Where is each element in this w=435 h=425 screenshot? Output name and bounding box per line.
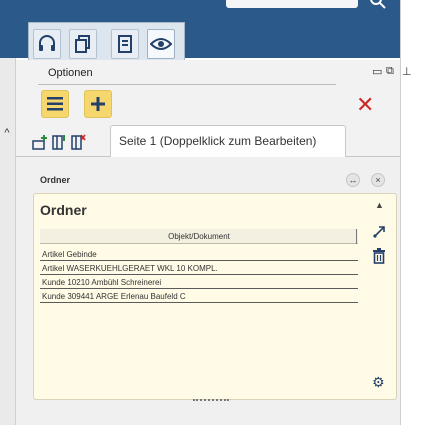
pin-icon[interactable]: ⊥: [402, 65, 412, 78]
view-tab-bar: [28, 22, 185, 62]
search-input[interactable]: [226, 0, 358, 8]
list-item[interactable]: Kunde 10210 Ambühl Schreinerei: [40, 277, 358, 289]
new-page-icon[interactable]: [32, 134, 47, 150]
right-panel-edge: [400, 0, 435, 425]
expand-horizontal-icon[interactable]: ↔: [346, 173, 360, 187]
gear-icon[interactable]: ⚙: [372, 374, 385, 391]
menu-button[interactable]: [41, 90, 69, 118]
open-link-icon[interactable]: [371, 225, 387, 241]
insert-page-icon[interactable]: [51, 134, 65, 150]
delete-page-icon[interactable]: [70, 134, 86, 150]
list-item[interactable]: Artikel WASERKUEHLGERAET WKL 10 KOMPL.: [40, 263, 358, 275]
maximize-icon[interactable]: ▭: [372, 65, 382, 78]
restore-icon[interactable]: ⧉: [386, 65, 394, 78]
tab-page-1[interactable]: Seite 1 (Doppelklick zum Bearbeiten): [110, 125, 346, 157]
add-button[interactable]: [84, 90, 112, 118]
left-gutter: [0, 58, 16, 425]
trash-icon[interactable]: [371, 248, 387, 264]
copy-documents-icon[interactable]: [69, 29, 97, 59]
column-header-object-document[interactable]: Objekt/Dokument: [40, 229, 358, 244]
headset-icon[interactable]: [33, 29, 61, 59]
column-separator[interactable]: [356, 229, 357, 244]
hamburger-icon: [47, 97, 63, 111]
plus-icon: [91, 97, 105, 111]
close-panel-icon[interactable]: ×: [371, 173, 385, 187]
scroll-up-icon[interactable]: ▲: [375, 200, 384, 210]
panel-header-label: Ordner: [40, 175, 71, 185]
search-icon[interactable]: [368, 0, 392, 12]
eye-icon[interactable]: [147, 29, 175, 59]
close-icon[interactable]: ✕: [356, 92, 374, 118]
card-title: Ordner: [40, 202, 87, 218]
list-item[interactable]: Kunde 309441 ARGE Erlenau Baufeld C: [40, 291, 358, 303]
options-divider: [38, 84, 336, 85]
collapse-caret-icon[interactable]: ^: [1, 126, 13, 140]
list-item[interactable]: Artikel Gebinde: [40, 249, 358, 261]
options-label: Optionen: [48, 67, 93, 79]
document-icon[interactable]: [111, 29, 139, 59]
resize-grip[interactable]: [193, 399, 229, 403]
